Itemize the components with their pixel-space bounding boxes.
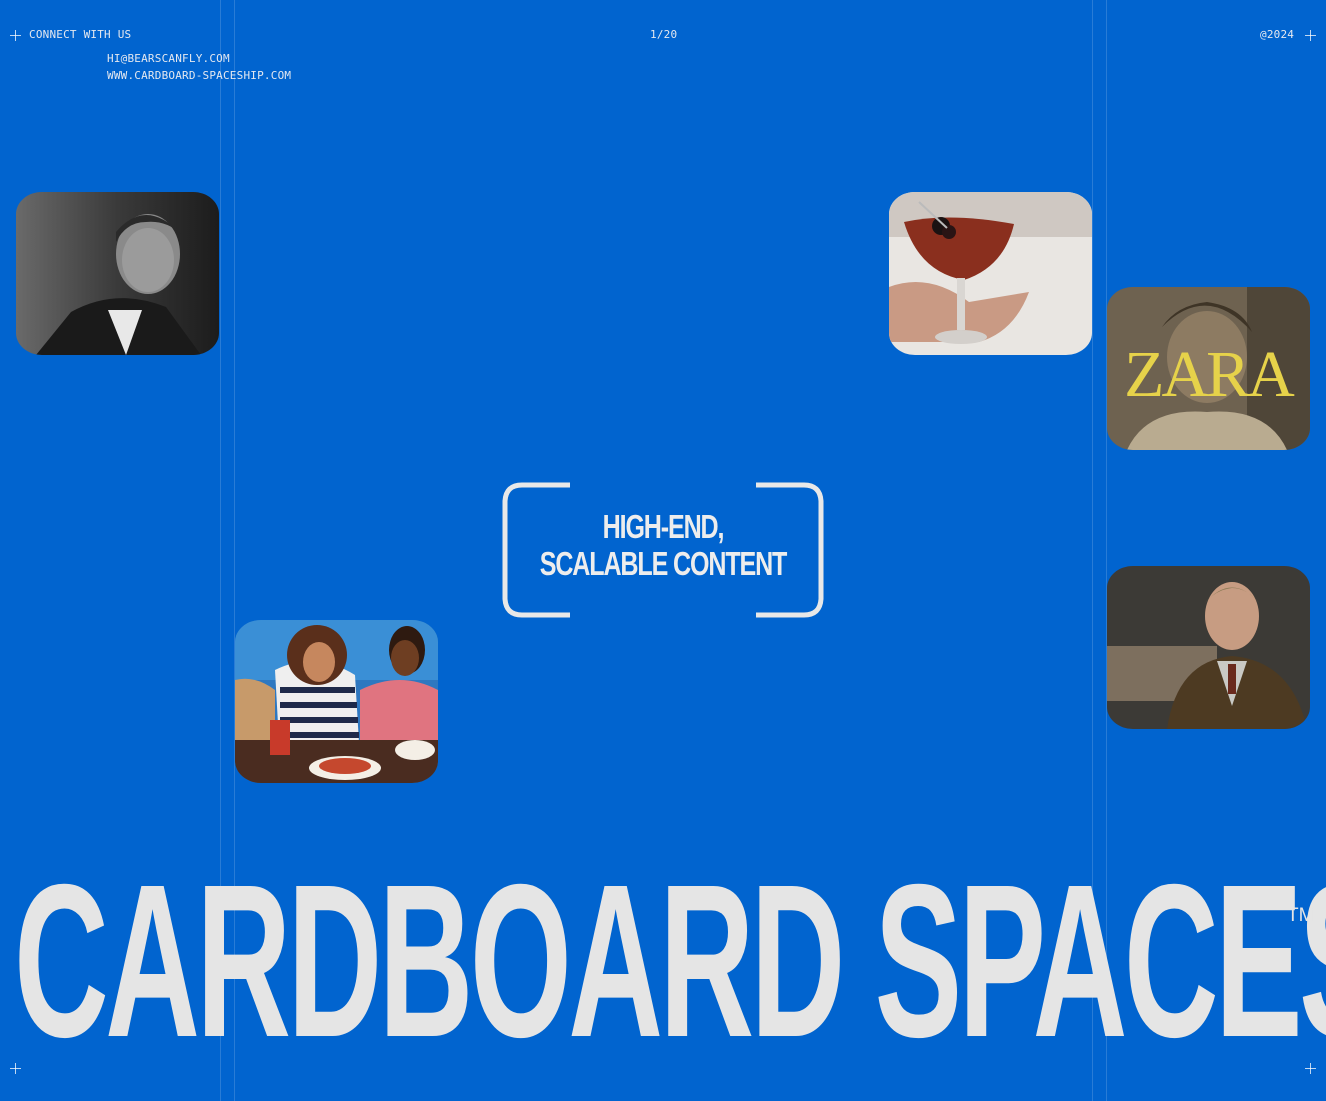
zara-logo: ZARA	[1124, 338, 1295, 411]
connect-label: CONNECT WITH US	[29, 28, 132, 41]
thumbnail-older-man	[1107, 566, 1310, 729]
thumbnail-cocktail	[889, 192, 1092, 355]
slide: CONNECT WITH US HI@BEARSCANFLY.COM WWW.C…	[0, 0, 1326, 1101]
thumbnail-businessman	[16, 192, 219, 355]
website-link[interactable]: WWW.CARDBOARD-SPACESHIP.COM	[107, 69, 291, 82]
page-counter: 1/20	[650, 28, 678, 41]
tagline-line-2: SCALABLE CONTENT	[539, 545, 788, 582]
trademark-symbol: TM	[1287, 905, 1315, 926]
email-link[interactable]: HI@BEARSCANFLY.COM	[107, 52, 230, 65]
tagline-line-1: HIGH-END,	[602, 508, 725, 545]
copyright: @2024	[1260, 28, 1295, 41]
crosshair-icon	[1305, 30, 1316, 41]
thumbnail-pizza-friends	[235, 620, 438, 783]
tagline: HIGH-END, SCALABLE CONTENT	[539, 508, 788, 582]
brand-wordmark: CARDBOARD SPACESHIP	[14, 840, 1326, 1083]
crosshair-icon	[10, 30, 21, 41]
thumbnail-zara: ZARA	[1107, 287, 1310, 450]
